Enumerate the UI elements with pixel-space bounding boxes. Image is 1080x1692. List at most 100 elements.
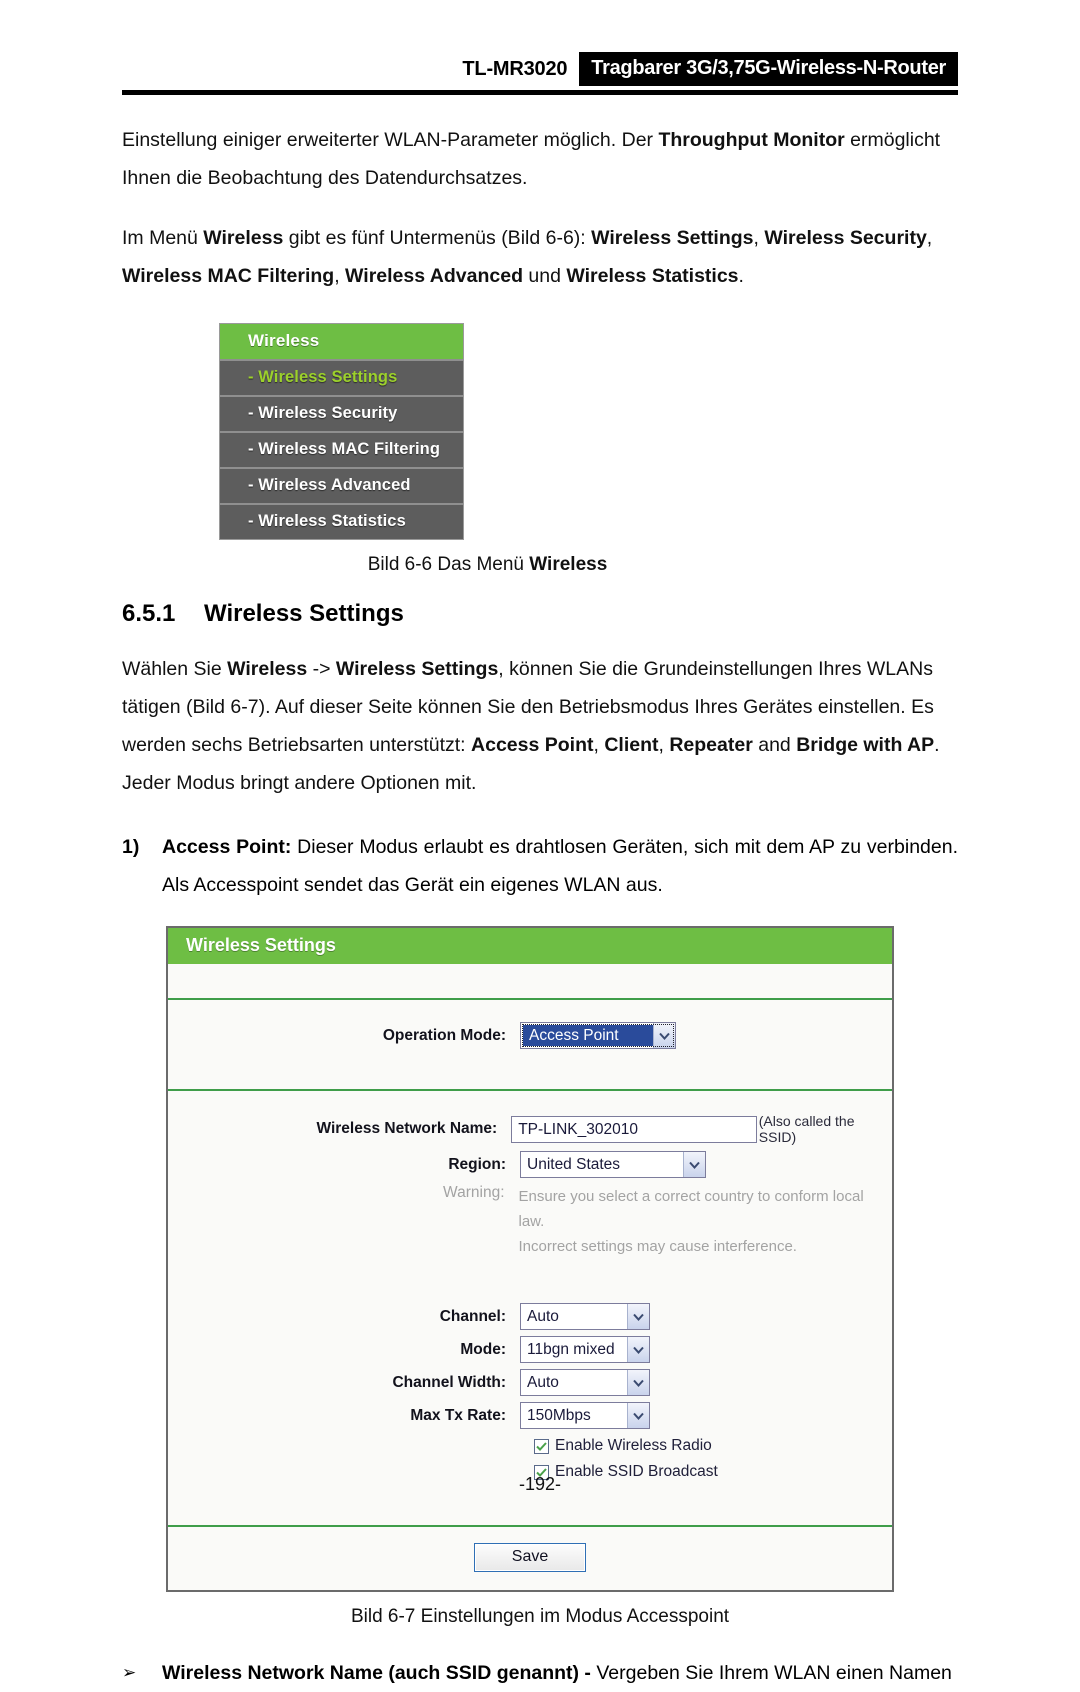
submenus-text-1: Im Menü bbox=[122, 227, 204, 249]
warning-label: Warning: bbox=[443, 1184, 505, 1201]
wireless-settings-term: Wireless Settings bbox=[591, 227, 754, 249]
submenus-text-4: , bbox=[926, 227, 933, 249]
menu-item-wireless-advanced[interactable]: - Wireless Advanced bbox=[220, 467, 463, 503]
chevron-down-icon bbox=[627, 1337, 649, 1362]
wireless-mac-filtering-term: Wireless MAC Filtering bbox=[122, 265, 335, 287]
submenus-paragraph: Im Menü Wireless gibt es fünf Untermenüs… bbox=[122, 219, 958, 295]
wireless-settings-nav-term: Wireless Settings bbox=[335, 658, 499, 680]
mode-field: 11bgn mixed bbox=[520, 1336, 650, 1363]
chevron-down-icon bbox=[627, 1370, 649, 1395]
chevron-down-icon bbox=[627, 1304, 649, 1329]
submenus-text-5: , bbox=[334, 265, 346, 287]
section-title: Wireless Settings bbox=[204, 600, 404, 627]
submenus-text-7: . bbox=[738, 265, 744, 287]
wireless-menu-header: Wireless bbox=[220, 324, 463, 359]
region-label: Region: bbox=[448, 1155, 506, 1173]
wireless-nav-term: Wireless bbox=[227, 658, 308, 680]
menu-item-wireless-statistics[interactable]: - Wireless Statistics bbox=[220, 503, 463, 539]
wireless-menu-figure: Wireless - Wireless Settings - Wireless … bbox=[219, 323, 464, 540]
network-name-field: (Also called the SSID) bbox=[511, 1113, 892, 1145]
region-row: Region: United States bbox=[168, 1151, 892, 1178]
max-tx-rate-value: 150Mbps bbox=[527, 1407, 591, 1424]
operation-mode-section: Operation Mode: Access Point bbox=[168, 1000, 892, 1091]
submenus-text-6: und bbox=[522, 265, 567, 287]
channel-label: Channel: bbox=[439, 1307, 506, 1325]
figure-6-6-caption-text: Bild 6-6 Das Menü bbox=[367, 554, 530, 575]
max-tx-rate-select[interactable]: 150Mbps bbox=[520, 1402, 650, 1429]
router-model-label: TL-MR3020 bbox=[462, 57, 568, 80]
list-item-body: Access Point: Dieser Modus erlaubt es dr… bbox=[162, 828, 958, 904]
channel-row: Channel: Auto bbox=[168, 1303, 892, 1330]
save-button[interactable]: Save bbox=[474, 1543, 586, 1572]
max-tx-rate-field: 150Mbps bbox=[520, 1402, 650, 1429]
channel-value: Auto bbox=[527, 1308, 559, 1325]
operation-mode-value: Access Point bbox=[523, 1025, 653, 1046]
ssid-item-body: Wireless Network Name (auch SSID genannt… bbox=[162, 1654, 958, 1692]
settings-text-1: Wählen Sie bbox=[122, 658, 228, 680]
max-tx-rate-label: Max Tx Rate: bbox=[410, 1406, 506, 1424]
ssid-item-label: Wireless Network Name (auch SSID genannt… bbox=[162, 1662, 591, 1684]
channel-width-select[interactable]: Auto bbox=[520, 1369, 650, 1396]
max-tx-rate-row: Max Tx Rate: 150Mbps bbox=[168, 1402, 892, 1429]
menu-item-wireless-security[interactable]: - Wireless Security bbox=[220, 395, 463, 431]
header-divider-rule bbox=[122, 90, 958, 95]
mode-label: Mode: bbox=[460, 1340, 506, 1358]
enable-wireless-radio-row[interactable]: Enable Wireless Radio bbox=[520, 1437, 892, 1455]
document-page: TL-MR3020 Tragbarer 3G/3,75G-Wireless-N-… bbox=[0, 0, 1080, 1684]
mode-row: Mode: 11bgn mixed bbox=[168, 1336, 892, 1363]
wireless-security-term: Wireless Security bbox=[764, 227, 927, 249]
enable-wireless-radio-label: Enable Wireless Radio bbox=[555, 1437, 712, 1454]
network-name-label: Wireless Network Name: bbox=[316, 1120, 498, 1137]
settings-text-2: -> bbox=[307, 658, 336, 680]
figure-6-6-caption-bold: Wireless bbox=[529, 554, 608, 575]
save-button-bar: Save bbox=[168, 1527, 892, 1590]
network-name-row: Wireless Network Name: (Also called the … bbox=[168, 1113, 892, 1145]
wireless-parameters-section: Wireless Network Name: (Also called the … bbox=[168, 1091, 892, 1527]
figure-6-7-caption: Bild 6-7 Einstellungen im Modus Accesspo… bbox=[350, 1606, 730, 1627]
channel-width-row: Channel Width: Auto bbox=[168, 1369, 892, 1396]
running-header: TL-MR3020 Tragbarer 3G/3,75G-Wireless-N-… bbox=[122, 0, 958, 86]
operation-mode-row: Operation Mode: Access Point bbox=[168, 1022, 892, 1049]
region-select[interactable]: United States bbox=[520, 1151, 706, 1178]
chevron-down-icon bbox=[653, 1023, 675, 1048]
channel-width-field: Auto bbox=[520, 1369, 650, 1396]
channel-field: Auto bbox=[520, 1303, 650, 1330]
channel-width-value: Auto bbox=[527, 1374, 559, 1391]
operation-mode-select[interactable]: Access Point bbox=[520, 1022, 676, 1049]
router-panel-spacer bbox=[168, 964, 892, 1000]
wireless-term: Wireless bbox=[203, 227, 284, 249]
throughput-monitor-term: Throughput Monitor bbox=[658, 129, 845, 151]
menu-item-wireless-mac-filtering[interactable]: - Wireless MAC Filtering bbox=[220, 431, 463, 467]
submenus-text-2: gibt es fünf Untermenüs (Bild 6-6): bbox=[283, 227, 592, 249]
list-item-marker: 1) bbox=[122, 836, 140, 858]
router-panel-title: Wireless Settings bbox=[168, 928, 892, 964]
mode-select[interactable]: 11bgn mixed bbox=[520, 1336, 650, 1363]
settings-description-paragraph: Wählen Sie Wireless -> Wireless Settings… bbox=[122, 650, 958, 802]
section-heading: 6.5.1 Wireless Settings bbox=[122, 600, 958, 628]
operation-mode-label: Operation Mode: bbox=[382, 1026, 506, 1044]
access-point-term: Access Point bbox=[471, 734, 594, 756]
menu-item-wireless-settings[interactable]: - Wireless Settings bbox=[220, 359, 463, 395]
settings-text-5: , bbox=[658, 734, 670, 756]
warning-line-2: Incorrect settings may cause interferenc… bbox=[518, 1238, 797, 1255]
submenus-text-3: , bbox=[753, 227, 765, 249]
mode-value: 11bgn mixed bbox=[527, 1341, 615, 1358]
ssid-item-description: Vergeben Sie Ihrem WLAN einen Namen bbox=[590, 1662, 952, 1684]
client-term: Client bbox=[604, 734, 659, 756]
chevron-down-icon bbox=[683, 1152, 705, 1177]
section-number: 6.5.1 bbox=[122, 600, 176, 627]
repeater-term: Repeater bbox=[669, 734, 753, 756]
list-item-access-point: 1) Access Point: Dieser Modus erlaubt es… bbox=[122, 828, 958, 904]
list-item-ssid: ➢ Wireless Network Name (auch SSID genan… bbox=[122, 1654, 958, 1692]
warning-row: Warning: Ensure you select a correct cou… bbox=[168, 1184, 892, 1259]
wireless-network-name-input[interactable] bbox=[511, 1115, 757, 1143]
warning-line-1: Ensure you select a correct country to c… bbox=[518, 1188, 864, 1230]
channel-width-label: Channel Width: bbox=[392, 1373, 506, 1391]
channel-select[interactable]: Auto bbox=[520, 1303, 650, 1330]
checkbox-checked-icon[interactable] bbox=[534, 1438, 549, 1454]
access-point-label: Access Point: bbox=[162, 836, 292, 858]
bridge-with-ap-term: Bridge with AP bbox=[796, 734, 935, 756]
warning-field: Ensure you select a correct country to c… bbox=[519, 1184, 893, 1259]
intro-text-part1: Einstellung einiger erweiterter WLAN-Par… bbox=[122, 129, 659, 151]
product-name-banner: Tragbarer 3G/3,75G-Wireless-N-Router bbox=[579, 52, 958, 86]
